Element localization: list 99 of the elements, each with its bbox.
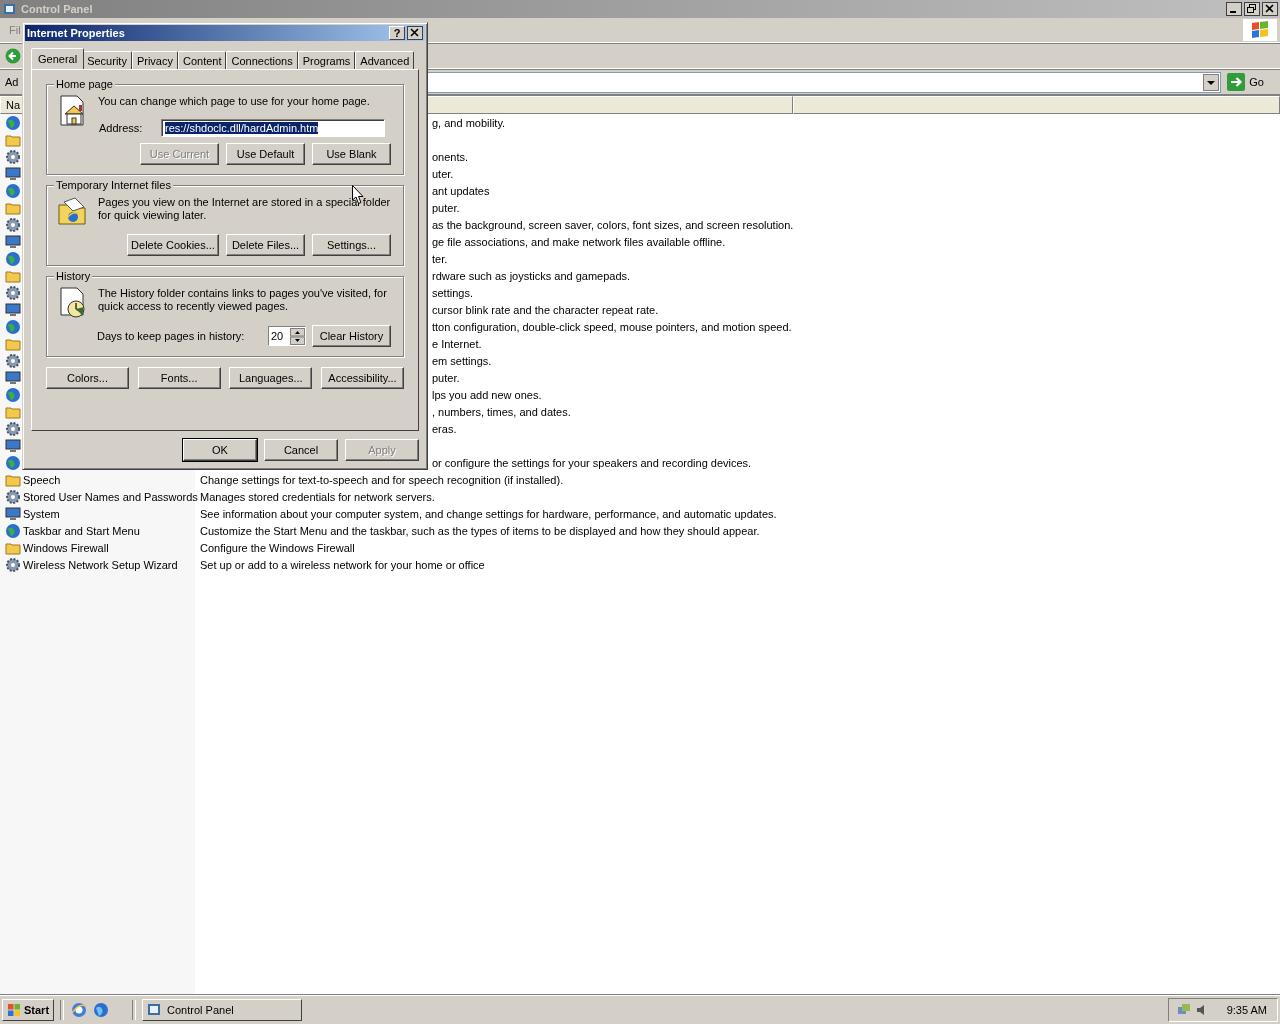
item-description: ge file associations, and make network files available offline.	[432, 235, 726, 248]
dialog-button[interactable]: OK	[183, 439, 257, 461]
item-description: Set up or add to a wireless network for your home or office	[200, 558, 485, 571]
go-arrow-icon	[1227, 73, 1246, 91]
go-button[interactable]: Go	[1225, 71, 1276, 93]
help-button[interactable]: ?	[389, 26, 405, 40]
close-button[interactable]	[1262, 2, 1278, 16]
item-description: uter.	[432, 167, 454, 180]
flag-icon	[7, 1003, 21, 1017]
item-description: e Internet.	[432, 337, 482, 350]
tab[interactable]: Connections	[226, 51, 298, 69]
dialog-button[interactable]: Delete Cookies...	[127, 234, 219, 256]
gear-icon[interactable]	[5, 148, 21, 165]
dialog-button[interactable]: Accessibility...	[320, 367, 404, 389]
item-description: or configure the settings for your speakers and recording devices.	[432, 456, 752, 469]
item-description: tton configuration, double-click speed, mouse pointers, and motion speed.	[432, 320, 792, 333]
address-label: Address:	[99, 122, 144, 134]
tab[interactable]: Security	[82, 51, 132, 69]
item-description: onents.	[432, 150, 469, 163]
group-title: Home page	[54, 78, 115, 90]
globe-icon[interactable]	[92, 1001, 111, 1019]
dialog-title: Internet Properties	[27, 27, 126, 39]
start-button[interactable]: Start	[2, 999, 55, 1021]
gear-icon[interactable]	[5, 556, 21, 573]
item-description: g, and mobility.	[432, 116, 506, 129]
item-name[interactable]: Stored User Names and Passwords	[23, 490, 198, 503]
gear-icon[interactable]	[5, 352, 21, 369]
item-name[interactable]: Speech	[23, 473, 61, 486]
dialog-button[interactable]: Cancel	[264, 439, 338, 461]
globe-icon[interactable]	[5, 522, 21, 539]
group-description: You can change which page to use for your home page.	[98, 95, 371, 108]
browser-icon[interactable]	[70, 1001, 89, 1019]
dialog-button[interactable]: Delete Files...	[226, 234, 305, 256]
gear-icon[interactable]	[5, 488, 21, 505]
globe-icon[interactable]	[5, 114, 21, 131]
address-label: Ad	[5, 76, 20, 88]
close-button[interactable]	[407, 26, 423, 40]
item-description: Configure the Windows Firewall	[200, 541, 355, 554]
item-description: rdware such as joysticks and gamepads.	[432, 269, 631, 282]
item-description: See information about your computer system, and change settings for hardware, performance, and automatic updates.	[200, 507, 777, 520]
dialog-button[interactable]: Colors...	[46, 367, 129, 389]
tab[interactable]: Programs	[297, 51, 356, 69]
days-label: Days to keep pages in history:	[97, 330, 246, 342]
gear-icon[interactable]	[5, 420, 21, 437]
gear-icon[interactable]	[5, 216, 21, 233]
item-description: , numbers, times, and dates.	[432, 405, 571, 418]
group-title: History	[54, 270, 93, 282]
days-spinner[interactable]: 20	[268, 326, 306, 346]
dialog-button[interactable]: Clear History	[312, 325, 391, 347]
globe-icon[interactable]	[5, 454, 21, 471]
tab[interactable]: Content	[177, 51, 227, 69]
clock: 9:35 AM	[1226, 1004, 1267, 1016]
monitor-icon[interactable]	[5, 165, 21, 182]
tab[interactable]: Advanced	[355, 51, 415, 69]
item-description: ant updates	[432, 184, 490, 197]
item-description: eras.	[432, 422, 457, 435]
item-description: puter.	[432, 201, 460, 214]
item-description: em settings.	[432, 354, 492, 367]
group-description: Pages you view on the Internet are stored in a special folder for quick viewing later.	[98, 196, 391, 222]
gear-icon[interactable]	[5, 284, 21, 301]
folder-icon	[57, 196, 89, 228]
dialog-button[interactable]: Languages...	[229, 367, 313, 389]
tab[interactable]: Privacy	[131, 51, 178, 69]
dialog-button[interactable]: Fonts...	[137, 367, 221, 389]
item-description: Manages stored credentials for network servers.	[200, 490, 435, 503]
dialog-button[interactable]: Use Default	[226, 143, 305, 165]
tab[interactable]: General	[31, 48, 85, 69]
address-field[interactable]: res://shdoclc.dll/hardAdmin.htm	[161, 119, 385, 137]
globe-icon[interactable]	[5, 386, 21, 403]
item-name[interactable]: Wireless Network Setup Wizard	[23, 558, 178, 571]
window-icon	[3, 2, 17, 16]
item-description: ter.	[432, 252, 448, 265]
item-description: Customize the Start Menu and the taskbar, such as the types of items to be displayed and how they should appear.	[200, 524, 760, 537]
minimize-button[interactable]	[1226, 2, 1242, 16]
item-description: settings.	[432, 286, 473, 299]
dialog-button[interactable]: Settings...	[312, 234, 391, 256]
item-name[interactable]: System	[23, 507, 60, 520]
item-description: lps you add new ones.	[432, 388, 542, 401]
monitor-icon[interactable]	[5, 233, 21, 250]
monitor-icon[interactable]	[5, 301, 21, 318]
globe-icon[interactable]	[5, 182, 21, 199]
window-title: Control Panel	[21, 3, 94, 15]
globe-icon[interactable]	[5, 250, 21, 267]
item-description: as the background, screen saver, colors, font sizes, and screen resolution.	[432, 218, 794, 231]
monitor-icon[interactable]	[5, 437, 21, 454]
globe-icon[interactable]	[5, 318, 21, 335]
item-description: puter.	[432, 371, 460, 384]
monitor-icon[interactable]	[5, 505, 21, 522]
dialog-button[interactable]: Use Blank	[312, 143, 391, 165]
restore-button[interactable]	[1244, 2, 1260, 16]
monitor-icon[interactable]	[5, 369, 21, 386]
item-description: Change settings for text-to-speech and for speech recognition (if installed).	[200, 473, 564, 486]
group-title: Temporary Internet files	[54, 179, 173, 191]
group-description: The History folder contains links to pages you've visited, for quick access to recently viewed pages.	[98, 287, 388, 313]
item-name[interactable]: Taskbar and Start Menu	[23, 524, 140, 537]
item-description: cursor blink rate and the character repeat rate.	[432, 303, 659, 316]
taskbar-button[interactable]: Control Panel	[142, 999, 303, 1021]
item-name[interactable]: Windows Firewall	[23, 541, 109, 554]
spin-arrows-icon[interactable]	[290, 327, 305, 345]
